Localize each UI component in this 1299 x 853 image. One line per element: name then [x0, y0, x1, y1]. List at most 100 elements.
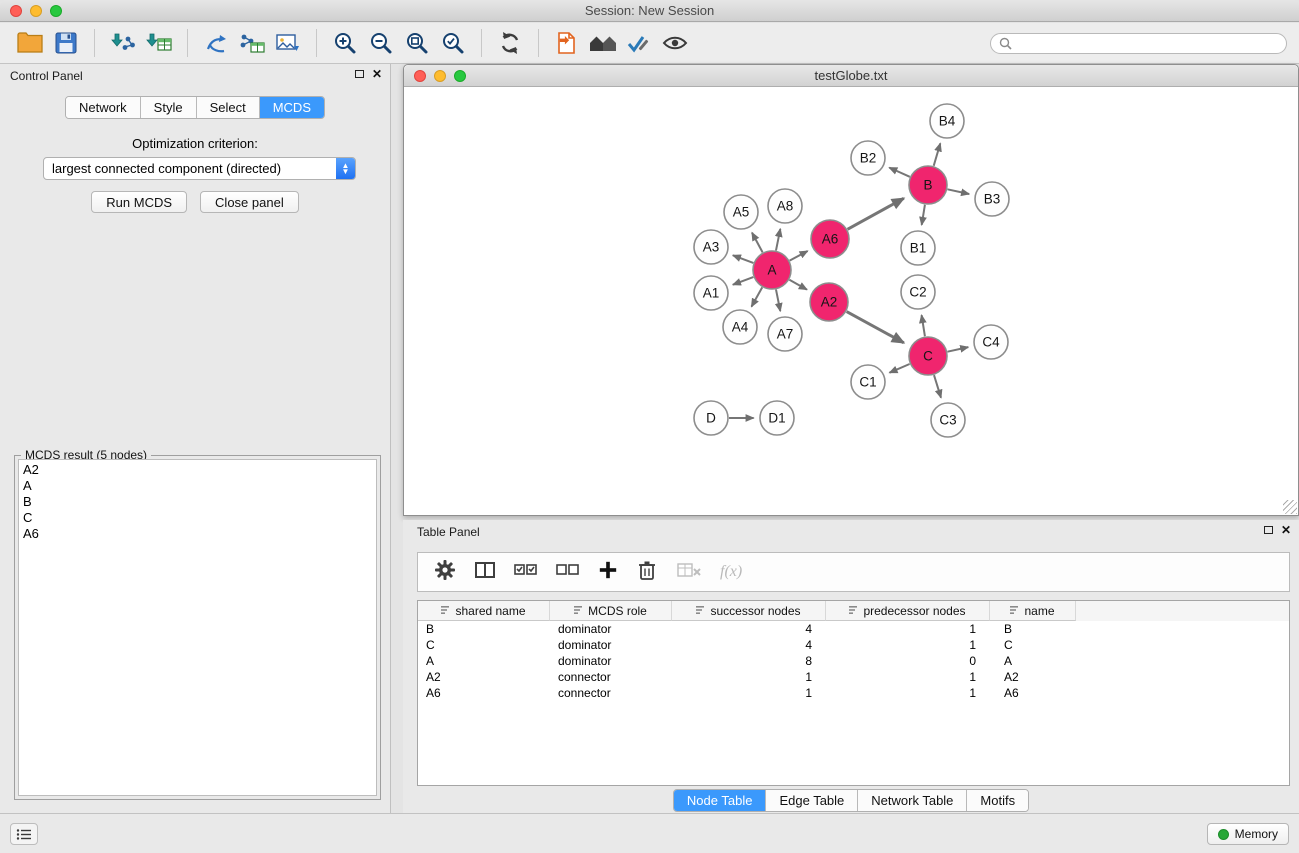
graph-node-C[interactable]: C — [909, 337, 947, 375]
graph-node-A1[interactable]: A1 — [694, 276, 728, 310]
import-network-button[interactable] — [105, 26, 141, 60]
memory-button[interactable]: Memory — [1207, 823, 1289, 845]
network-graph[interactable]: B4 B2 B B3 A8 A5 A6 A3 B1 A A1 C2 A2 A4 A7 C4 C C1 C3 D D1 — [405, 88, 1299, 516]
tab-edge-table[interactable]: Edge Table — [766, 790, 858, 811]
add-column-button[interactable] — [598, 560, 618, 585]
table-row[interactable]: A6connector11A6 — [418, 685, 1289, 701]
graph-edge-A-A7[interactable] — [776, 290, 780, 312]
column-header-shared-name[interactable]: shared name — [418, 601, 550, 621]
graph-node-B2[interactable]: B2 — [851, 141, 885, 175]
graph-edge-A2-C[interactable] — [847, 312, 904, 343]
import-table-button[interactable] — [141, 26, 177, 60]
network-from-selection-button[interactable] — [198, 26, 234, 60]
graph-node-A6[interactable]: A6 — [811, 220, 849, 258]
export-image-button[interactable] — [270, 26, 306, 60]
open-session-button[interactable] — [12, 26, 48, 60]
mcds-result-item[interactable]: A6 — [19, 526, 376, 542]
show-columns-button[interactable] — [474, 559, 496, 586]
graph-edge-A-A1[interactable] — [733, 277, 753, 285]
graph-node-C3[interactable]: C3 — [931, 403, 965, 437]
mcds-result-item[interactable]: C — [19, 510, 376, 526]
delete-column-button[interactable] — [636, 559, 658, 586]
tab-node-table[interactable]: Node Table — [674, 790, 767, 811]
graph-edge-B-B3[interactable] — [948, 189, 970, 194]
graph-edge-C-C3[interactable] — [934, 375, 941, 398]
show-details-button[interactable] — [657, 26, 693, 60]
graph-node-B1[interactable]: B1 — [901, 231, 935, 265]
tab-mcds[interactable]: MCDS — [260, 97, 324, 118]
deselect-all-button[interactable] — [556, 559, 580, 586]
graph-edge-A-A6[interactable] — [790, 251, 808, 261]
graph-edge-B-B2[interactable] — [889, 168, 910, 177]
clone-network-button[interactable] — [234, 26, 270, 60]
column-header-MCDS-role[interactable]: MCDS role — [550, 601, 672, 621]
open-document-button[interactable] — [549, 26, 585, 60]
graph-node-A[interactable]: A — [753, 251, 791, 289]
resize-grip[interactable] — [1283, 500, 1297, 514]
graph-node-A5[interactable]: A5 — [724, 195, 758, 229]
refresh-view-button[interactable] — [492, 26, 528, 60]
graph-node-A4[interactable]: A4 — [723, 310, 757, 344]
table-row[interactable]: Bdominator41B — [418, 621, 1289, 637]
annotate-check-button[interactable] — [621, 26, 657, 60]
search-box[interactable] — [990, 33, 1287, 54]
table-row[interactable]: A2connector11A2 — [418, 669, 1289, 685]
optimization-criterion-dropdown[interactable]: largest connected component (directed) ▲… — [43, 157, 356, 180]
graph-node-A8[interactable]: A8 — [768, 189, 802, 223]
mcds-result-list[interactable]: A2ABCA6 — [18, 459, 377, 796]
delete-table-button[interactable] — [676, 560, 702, 585]
graph-node-A7[interactable]: A7 — [768, 317, 802, 351]
graph-node-C1[interactable]: C1 — [851, 365, 885, 399]
homes-button[interactable] — [585, 26, 621, 60]
graph-node-B[interactable]: B — [909, 166, 947, 204]
zoom-fit-button[interactable] — [399, 26, 435, 60]
graph-edge-A-A3[interactable] — [733, 255, 753, 263]
zoom-selected-button[interactable] — [435, 26, 471, 60]
function-builder-button[interactable]: f(x) — [720, 563, 742, 581]
tab-network[interactable]: Network — [66, 97, 141, 118]
table-row[interactable]: Cdominator41C — [418, 637, 1289, 653]
mcds-result-item[interactable]: A — [19, 478, 376, 494]
graph-node-D[interactable]: D — [694, 401, 728, 435]
tab-select[interactable]: Select — [197, 97, 260, 118]
graph-node-B3[interactable]: B3 — [975, 182, 1009, 216]
column-header-successor-nodes[interactable]: successor nodes — [672, 601, 826, 621]
save-session-button[interactable] — [48, 26, 84, 60]
graph-edge-A-A5[interactable] — [752, 233, 763, 253]
column-header-predecessor-nodes[interactable]: predecessor nodes — [826, 601, 990, 621]
graph-node-C4[interactable]: C4 — [974, 325, 1008, 359]
graph-node-A2[interactable]: A2 — [810, 283, 848, 321]
graph-edge-A-A2[interactable] — [789, 280, 807, 290]
close-panel-button[interactable]: Close panel — [200, 191, 299, 213]
graph-edge-A-A4[interactable] — [752, 287, 763, 306]
graph-edge-A-A8[interactable] — [776, 229, 780, 251]
tab-motifs[interactable]: Motifs — [967, 790, 1028, 811]
mcds-result-item[interactable]: B — [19, 494, 376, 510]
mcds-result-item[interactable]: A2 — [19, 462, 376, 478]
select-all-button[interactable] — [514, 559, 538, 586]
network-canvas[interactable]: B4 B2 B B3 A8 A5 A6 A3 B1 A A1 C2 A2 A4 A7 C4 C C1 C3 D D1 — [405, 88, 1297, 514]
task-history-button[interactable] — [10, 823, 38, 845]
graph-edge-B-B1[interactable] — [922, 205, 925, 225]
graph-edge-C-C2[interactable] — [922, 315, 925, 336]
close-panel-icon[interactable]: ✕ — [372, 68, 382, 80]
column-header-name[interactable]: name — [990, 601, 1076, 621]
tab-network-table[interactable]: Network Table — [858, 790, 967, 811]
float-table-panel-icon[interactable] — [1264, 526, 1273, 534]
graph-edge-A6-B[interactable] — [848, 198, 904, 229]
table-row[interactable]: Adominator80A — [418, 653, 1289, 669]
graph-node-D1[interactable]: D1 — [760, 401, 794, 435]
graph-node-B4[interactable]: B4 — [930, 104, 964, 138]
graph-node-C2[interactable]: C2 — [901, 275, 935, 309]
close-table-panel-icon[interactable]: ✕ — [1281, 524, 1291, 536]
graph-edge-B-B4[interactable] — [934, 143, 941, 165]
table-settings-button[interactable] — [434, 559, 456, 586]
graph-edge-C-C4[interactable] — [948, 347, 969, 352]
float-panel-icon[interactable] — [355, 70, 364, 78]
graph-edge-C-C1[interactable] — [890, 364, 910, 373]
zoom-in-button[interactable] — [327, 26, 363, 60]
graph-node-A3[interactable]: A3 — [694, 230, 728, 264]
run-mcds-button[interactable]: Run MCDS — [91, 191, 187, 213]
network-window-titlebar[interactable]: testGlobe.txt — [404, 65, 1298, 87]
tab-style[interactable]: Style — [141, 97, 197, 118]
